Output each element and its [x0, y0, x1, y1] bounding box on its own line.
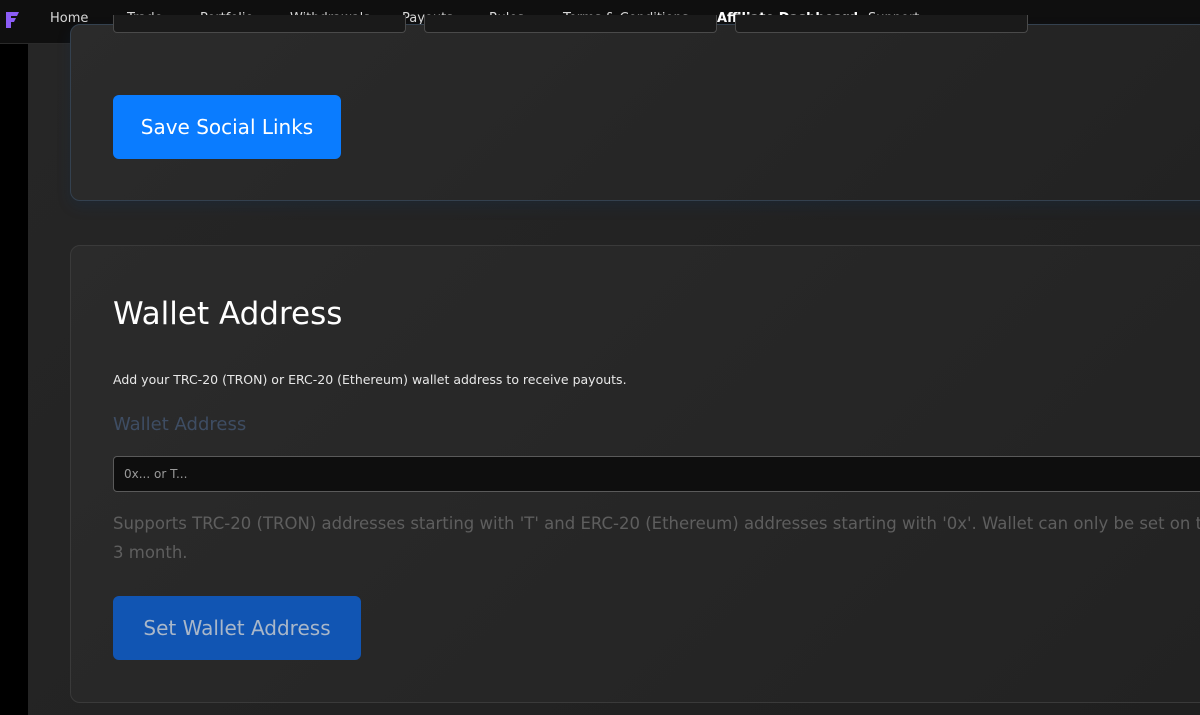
main-content: Save Social Links Wallet Address Add you… [28, 15, 1200, 715]
wallet-address-input[interactable] [113, 456, 1200, 492]
social-link-input-3[interactable] [735, 15, 1028, 33]
wallet-description: Add your TRC-20 (TRON) or ERC-20 (Ethere… [113, 372, 627, 387]
save-social-links-button[interactable]: Save Social Links [113, 95, 341, 159]
social-link-input-2[interactable] [424, 15, 717, 33]
wallet-address-card: Wallet Address Add your TRC-20 (TRON) or… [70, 245, 1200, 703]
wallet-field-label: Wallet Address [113, 414, 247, 435]
left-sidebar-strip [0, 44, 28, 715]
social-link-input-1[interactable] [113, 15, 406, 33]
wallet-help-text: Supports TRC-20 (TRON) addresses startin… [113, 514, 1200, 562]
social-links-card: Save Social Links [70, 15, 1200, 201]
f-logo-icon[interactable] [5, 11, 21, 29]
set-wallet-address-button[interactable]: Set Wallet Address [113, 596, 361, 660]
wallet-section-title: Wallet Address [113, 296, 343, 332]
